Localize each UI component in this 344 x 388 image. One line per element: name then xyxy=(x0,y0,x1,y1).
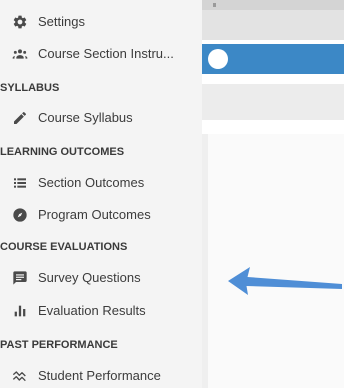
main-tick-mark xyxy=(213,3,216,7)
main-blue-banner[interactable] xyxy=(202,44,344,74)
circle-icon xyxy=(208,49,228,69)
main-panel xyxy=(202,134,344,388)
compass-icon xyxy=(12,207,28,223)
sidebar-item-course-section-instructors[interactable]: Course Section Instru... xyxy=(0,39,202,69)
sidebar-item-section-outcomes[interactable]: Section Outcomes xyxy=(0,168,202,198)
sidebar-item-label: Survey Questions xyxy=(38,270,141,285)
section-header-course-evaluations: COURSE EVALUATIONS xyxy=(0,241,128,253)
sidebar-item-label: Student Performance xyxy=(38,368,161,383)
people-icon xyxy=(12,46,28,62)
sidebar-item-label: Evaluation Results xyxy=(38,303,146,318)
sidebar-item-course-syllabus[interactable]: Course Syllabus xyxy=(0,103,202,133)
page: Settings Course Section Instru... SYLLAB… xyxy=(0,0,344,388)
sidebar-item-label: Course Syllabus xyxy=(38,110,133,125)
main-content xyxy=(202,0,344,388)
list-icon xyxy=(12,175,28,191)
annotation-arrow-icon xyxy=(228,267,342,295)
sidebar-item-label: Section Outcomes xyxy=(38,175,145,190)
message-icon xyxy=(12,270,28,286)
sidebar-item-label: Settings xyxy=(38,14,85,29)
sidebar-item-survey-questions[interactable]: Survey Questions xyxy=(0,263,202,293)
pencil-icon xyxy=(12,110,28,126)
section-header-syllabus: SYLLABUS xyxy=(0,82,60,94)
main-top-strip xyxy=(202,0,344,10)
bar-chart-icon xyxy=(12,303,28,319)
sidebar-item-program-outcomes[interactable]: Program Outcomes xyxy=(0,200,202,230)
sidebar-item-label: Program Outcomes xyxy=(38,207,151,222)
gear-icon xyxy=(12,14,28,30)
main-gray-band xyxy=(202,84,344,120)
section-header-learning-outcomes: LEARNING OUTCOMES xyxy=(0,146,125,158)
sidebar-item-student-performance[interactable]: Student Performance xyxy=(0,361,202,388)
sidebar: Settings Course Section Instru... SYLLAB… xyxy=(0,0,202,388)
sidebar-item-evaluation-results[interactable]: Evaluation Results xyxy=(0,296,202,326)
main-header-bar xyxy=(202,0,344,40)
sidebar-item-label: Course Section Instru... xyxy=(38,46,174,61)
section-header-past-performance: PAST PERFORMANCE xyxy=(0,339,118,351)
sidebar-item-settings[interactable]: Settings xyxy=(0,7,202,37)
trend-icon xyxy=(12,368,28,384)
